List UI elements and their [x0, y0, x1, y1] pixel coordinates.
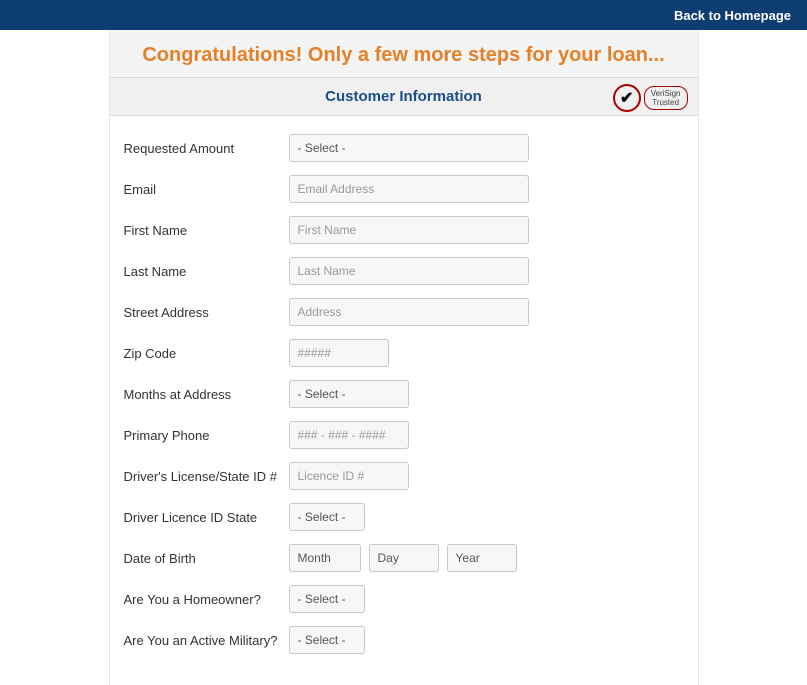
section-header: Customer Information VeriSignTrusted	[110, 77, 698, 116]
license-id-label: Driver's License/State ID #	[124, 469, 289, 484]
street-address-input[interactable]	[289, 298, 529, 326]
section-title: Customer Information	[110, 88, 698, 105]
military-label: Are You an Active Military?	[124, 633, 289, 648]
badge-text: VeriSignTrusted	[644, 86, 688, 110]
last-name-input[interactable]	[289, 257, 529, 285]
form-container: Congratulations! Only a few more steps f…	[109, 30, 699, 685]
license-state-label: Driver Licence ID State	[124, 510, 289, 525]
military-select[interactable]: - Select -	[289, 626, 365, 654]
page-headline: Congratulations! Only a few more steps f…	[110, 44, 698, 67]
street-address-label: Street Address	[124, 305, 289, 320]
dob-year-select[interactable]: Year	[447, 544, 517, 572]
months-at-address-select[interactable]: - Select -	[289, 380, 409, 408]
back-to-homepage-link[interactable]: Back to Homepage	[674, 8, 791, 23]
homeowner-label: Are You a Homeowner?	[124, 592, 289, 607]
email-label: Email	[124, 182, 289, 197]
zip-code-input[interactable]	[289, 339, 389, 367]
dob-month-select[interactable]: Month	[289, 544, 361, 572]
license-state-select[interactable]: - Select -	[289, 503, 365, 531]
first-name-input[interactable]	[289, 216, 529, 244]
congrats-banner: Congratulations! Only a few more steps f…	[110, 30, 698, 77]
last-name-label: Last Name	[124, 264, 289, 279]
top-navigation-bar: Back to Homepage	[0, 0, 807, 30]
primary-phone-label: Primary Phone	[124, 428, 289, 443]
verisign-trusted-badge: VeriSignTrusted	[613, 84, 688, 112]
requested-amount-select[interactable]: - Select -	[289, 134, 529, 162]
license-id-input[interactable]	[289, 462, 409, 490]
homeowner-select[interactable]: - Select -	[289, 585, 365, 613]
dob-day-select[interactable]: Day	[369, 544, 439, 572]
dob-label: Date of Birth	[124, 551, 289, 566]
email-input[interactable]	[289, 175, 529, 203]
checkmark-icon	[613, 84, 641, 112]
requested-amount-label: Requested Amount	[124, 141, 289, 156]
zip-code-label: Zip Code	[124, 346, 289, 361]
months-at-address-label: Months at Address	[124, 387, 289, 402]
primary-phone-input[interactable]	[289, 421, 409, 449]
first-name-label: First Name	[124, 223, 289, 238]
